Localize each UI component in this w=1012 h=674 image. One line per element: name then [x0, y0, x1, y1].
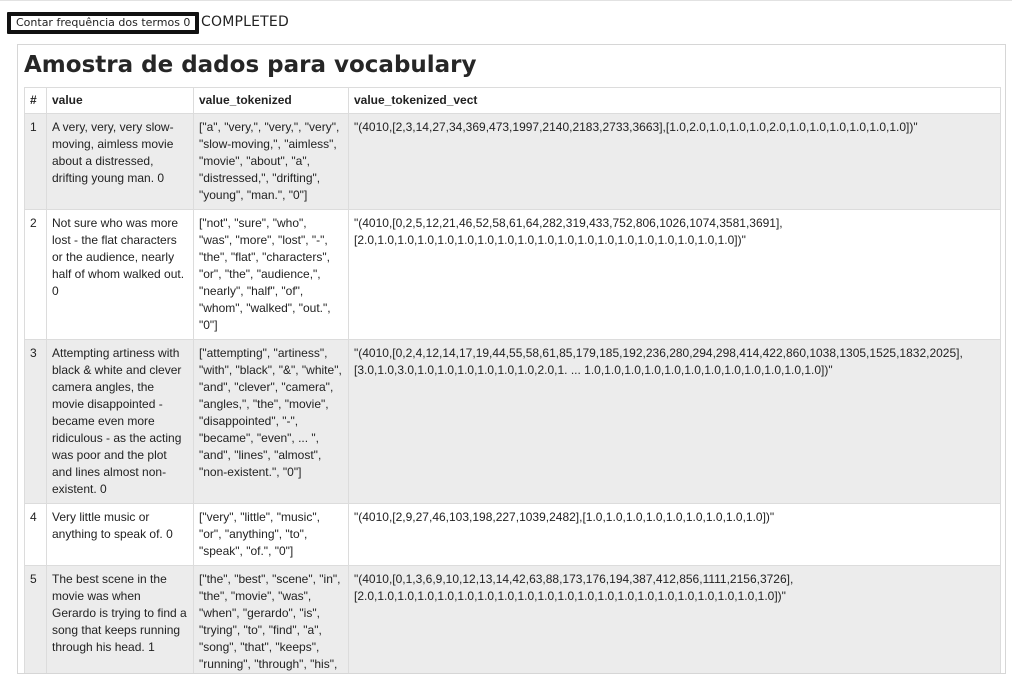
task-status-label: COMPLETED — [201, 14, 289, 30]
cell-index: 1 — [25, 114, 47, 210]
cell-value-tokenized: ["a", "very,", "very,", "very", "slow-mo… — [194, 114, 349, 210]
task-toolbar: Contar frequência dos termos 0 COMPLETED — [0, 0, 1012, 40]
task-button[interactable]: Contar frequência dos termos 0 — [7, 12, 199, 34]
column-header-index: # — [25, 88, 47, 114]
cell-value-tokenized-vect: "(4010,[0,2,4,12,14,17,19,44,55,58,61,85… — [349, 340, 1001, 504]
table-header-row: # value value_tokenized value_tokenized_… — [25, 88, 1001, 114]
table-row: 4 Very little music or anything to speak… — [25, 504, 1001, 566]
cell-value-tokenized: ["very", "little", "music", "or", "anyth… — [194, 504, 349, 566]
column-header-value: value — [47, 88, 194, 114]
table-row: 1 A very, very, very slow-moving, aimles… — [25, 114, 1001, 210]
cell-value: A very, very, very slow-moving, aimless … — [47, 114, 194, 210]
cell-value-tokenized-vect: "(4010,[0,2,5,12,21,46,52,58,61,64,282,3… — [349, 210, 1001, 340]
table-row: 3 Attempting artiness with black & white… — [25, 340, 1001, 504]
cell-value-tokenized: ["not", "sure", "who", "was", "more", "l… — [194, 210, 349, 340]
data-sample-table: # value value_tokenized value_tokenized_… — [24, 87, 1001, 674]
cell-value: Very little music or anything to speak o… — [47, 504, 194, 566]
output-panel: Amostra de dados para vocabulary # value… — [17, 44, 1006, 674]
column-header-value-tokenized-vect: value_tokenized_vect — [349, 88, 1001, 114]
cell-value: Attempting artiness with black & white a… — [47, 340, 194, 504]
cell-value-tokenized-vect: "(4010,[2,3,14,27,34,369,473,1997,2140,2… — [349, 114, 1001, 210]
output-title: Amostra de dados para vocabulary — [24, 52, 477, 78]
cell-value: Not sure who was more lost - the flat ch… — [47, 210, 194, 340]
column-header-value-tokenized: value_tokenized — [194, 88, 349, 114]
cell-value-tokenized: ["attempting", "artiness", "with", "blac… — [194, 340, 349, 504]
cell-index: 2 — [25, 210, 47, 340]
cell-value-tokenized-vect: "(4010,[2,9,27,46,103,198,227,1039,2482]… — [349, 504, 1001, 566]
cell-index: 4 — [25, 504, 47, 566]
cell-index: 3 — [25, 340, 47, 504]
table-row: 2 Not sure who was more lost - the flat … — [25, 210, 1001, 340]
